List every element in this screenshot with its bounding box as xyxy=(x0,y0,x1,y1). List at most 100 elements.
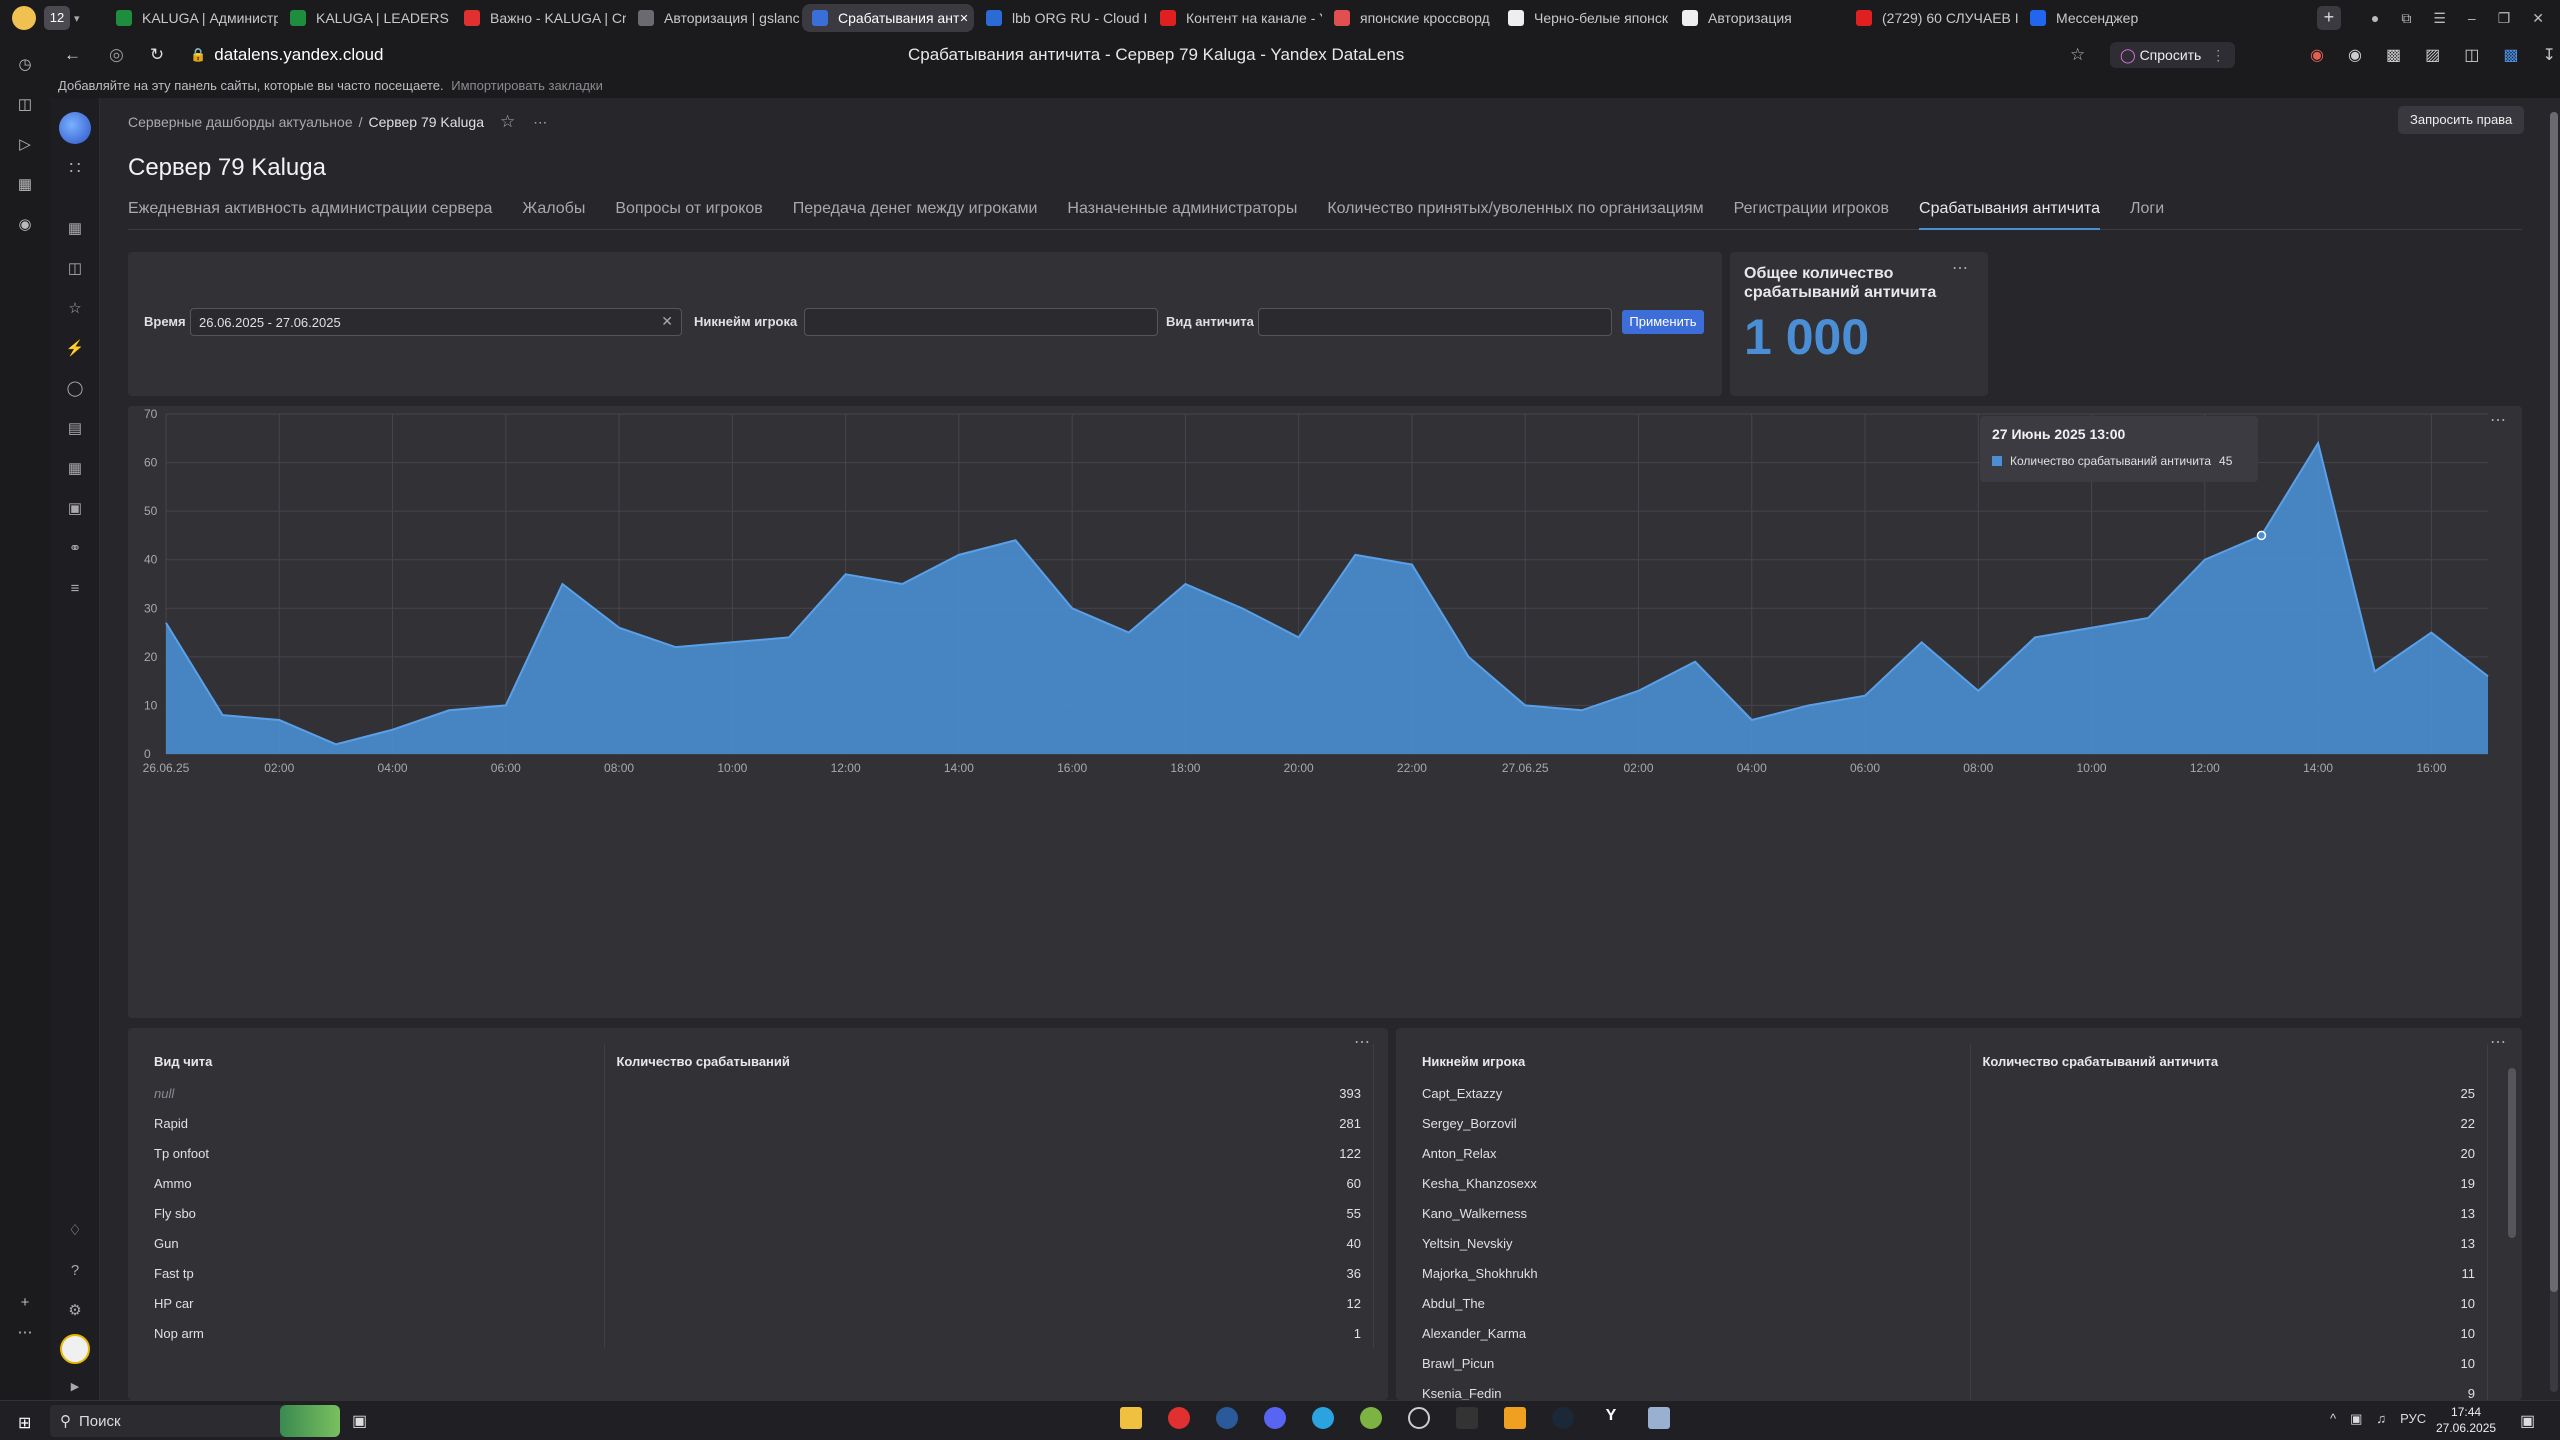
dashboard-tab[interactable]: Вопросы от игроков xyxy=(615,198,762,230)
help-icon[interactable]: ? xyxy=(63,1258,87,1282)
import-bookmarks-link[interactable]: Импортировать закладки xyxy=(451,78,603,93)
extension-icon-6[interactable]: ▩ xyxy=(2503,45,2518,65)
extension-icon-3[interactable]: ▩ xyxy=(2386,45,2401,65)
tables-icon[interactable]: ▦ xyxy=(63,456,87,480)
anticheat-type-input[interactable] xyxy=(1258,308,1612,336)
browser-tab[interactable]: Контент на канале - Y xyxy=(1150,4,1322,32)
ask-ai-button[interactable]: ◯ Спросить ⋮ xyxy=(2110,42,2236,68)
apply-button[interactable]: Применить xyxy=(1622,310,1704,334)
steam-icon-2[interactable] xyxy=(1552,1407,1574,1429)
volume-icon[interactable]: ♫ xyxy=(2376,1411,2386,1427)
app-icon-9[interactable] xyxy=(1504,1407,1526,1429)
collections-panel-icon[interactable]: ◫ xyxy=(13,92,37,116)
more-actions-icon[interactable]: ⋯ xyxy=(533,114,547,131)
notification-center-icon[interactable]: ▣ xyxy=(2520,1411,2535,1431)
datalens-logo[interactable] xyxy=(59,112,91,144)
page-scrollbar[interactable] xyxy=(2550,112,2558,1392)
notifications-icon[interactable]: ♢ xyxy=(63,1218,87,1242)
language-indicator[interactable]: РУС xyxy=(2400,1411,2426,1427)
request-rights-button[interactable]: Запросить права xyxy=(2398,106,2525,134)
nickname-filter-input[interactable] xyxy=(804,308,1158,336)
tabs-dropdown-icon[interactable]: ▾ xyxy=(74,12,94,25)
browser-tab[interactable]: KALUGA | LEADERS xyxy=(280,4,452,32)
task-view-icon[interactable]: ▣ xyxy=(352,1411,367,1431)
close-window-icon[interactable]: ✕ xyxy=(2532,10,2544,27)
screenshot-icon[interactable]: ◉ xyxy=(13,212,37,236)
dashboard-tab[interactable]: Ежедневная активность администрации серв… xyxy=(128,198,492,230)
restore-icon[interactable]: ❐ xyxy=(2498,10,2511,27)
network-icon[interactable]: ▣ xyxy=(2350,1411,2362,1427)
col-header-count[interactable]: Количество срабатываний xyxy=(604,1044,1374,1078)
connections-icon[interactable]: ⚡ xyxy=(63,336,87,360)
start-icon[interactable]: ⊞ xyxy=(18,1413,31,1433)
browser-tab[interactable]: Важно - KALUGA | Cr xyxy=(454,4,626,32)
close-tab-icon[interactable]: ✕ xyxy=(959,12,968,25)
taskbar-search[interactable]: ⚲ Поиск xyxy=(50,1405,340,1437)
dashboard-tab[interactable]: Жалобы xyxy=(522,198,585,230)
apps-grid-icon[interactable]: ∷ xyxy=(63,156,87,180)
settings-sliders-icon[interactable]: ≡ xyxy=(63,576,87,600)
user-avatar[interactable] xyxy=(60,1334,90,1364)
reports-icon[interactable]: ▣ xyxy=(63,496,87,520)
browser-tab[interactable]: Авторизация | gslanc xyxy=(628,4,800,32)
epic-games-icon[interactable] xyxy=(1456,1407,1478,1429)
profile-icon[interactable]: ● xyxy=(2371,10,2379,26)
protect-icon[interactable]: ◎ xyxy=(109,45,124,65)
col-header-anticheat-count[interactable]: Количество срабатываний античита xyxy=(1970,1044,2488,1078)
browser-tab[interactable]: (2729) 60 СЛУЧАЕВ I xyxy=(1846,4,2018,32)
clock[interactable]: 17:44 27.06.2025 xyxy=(2436,1404,2496,1436)
kpi-menu-icon[interactable]: ⋯ xyxy=(1952,258,1968,278)
dashboard-tab[interactable]: Количество принятых/уволенных по организ… xyxy=(1327,198,1703,230)
yandex-icon[interactable]: Y xyxy=(1600,1407,1622,1429)
back-icon[interactable]: ← xyxy=(64,45,81,65)
browser-tab[interactable]: Мессенджер xyxy=(2020,4,2192,32)
anticheat-area-chart[interactable]: 0 10 20 30 40 50 60 70 26.06.25 02:00 04:00 06:00 08… xyxy=(128,406,2522,1018)
tray-chevron-icon[interactable]: ^ xyxy=(2330,1411,2336,1427)
links-icon[interactable]: ⚭ xyxy=(63,536,87,560)
dashboard-tab[interactable]: Назначенные администраторы xyxy=(1067,198,1297,230)
browser-tab[interactable]: японские кроссворд xyxy=(1324,4,1496,32)
app-icon-7[interactable] xyxy=(1408,1407,1430,1429)
breadcrumb-current[interactable]: Сервер 79 Kaluga xyxy=(369,114,484,130)
browser-profile-avatar[interactable] xyxy=(12,6,36,30)
collapse-sidebar-icon[interactable]: ▶ xyxy=(63,1374,87,1398)
extension-icon-4[interactable]: ▨ xyxy=(2425,45,2440,65)
more-icon[interactable]: ⋯ xyxy=(13,1320,37,1344)
chart-menu-icon[interactable]: ⋯ xyxy=(2490,410,2506,430)
minimize-icon[interactable]: – xyxy=(2468,10,2476,26)
telegram-icon[interactable] xyxy=(1312,1407,1334,1429)
dashboards-icon[interactable]: ▦ xyxy=(63,216,87,240)
browser-tab[interactable]: Авторизация xyxy=(1672,4,1844,32)
settings-gear-icon[interactable]: ⚙ xyxy=(63,1298,87,1322)
browser-tab[interactable]: lbb ORG RU - Cloud In xyxy=(976,4,1148,32)
charts-icon[interactable]: ▤ xyxy=(63,416,87,440)
tab-counter[interactable]: 12 xyxy=(44,6,70,30)
history-icon[interactable]: ◷ xyxy=(13,52,37,76)
area-series[interactable] xyxy=(166,443,2488,754)
clear-icon[interactable]: ✕ xyxy=(661,313,673,330)
dashboard-tab[interactable]: Передача денег между игроками xyxy=(793,198,1038,230)
col-header-cheat-type[interactable]: Вид чита xyxy=(142,1044,605,1078)
utorrent-icon[interactable] xyxy=(1360,1407,1382,1429)
new-tab-button[interactable]: + xyxy=(2316,6,2341,30)
add-panel-icon[interactable]: + xyxy=(13,1290,37,1314)
url-text[interactable]: datalens.yandex.cloud xyxy=(214,45,383,65)
bookmark-star-icon[interactable]: ☆ xyxy=(2070,45,2085,65)
dashboard-tab[interactable]: Регистрации игроков xyxy=(1734,198,1889,230)
collections-icon[interactable]: ◫ xyxy=(63,256,87,280)
reload-icon[interactable]: ↻ xyxy=(150,45,164,65)
extension-icon-2[interactable]: ◉ xyxy=(2348,45,2362,65)
col-header-nickname[interactable]: Никнейм игрока xyxy=(1410,1044,1971,1078)
notepad-icon[interactable] xyxy=(1648,1407,1670,1429)
steam-icon[interactable] xyxy=(1216,1407,1238,1429)
extension-icon-1[interactable]: ◉ xyxy=(2310,45,2324,65)
play-icon[interactable]: ▷ xyxy=(13,132,37,156)
browser-tab[interactable]: KALUGA | Администр xyxy=(106,4,278,32)
dashboard-tab[interactable]: Срабатывания античита xyxy=(1919,198,2100,230)
favorite-star-icon[interactable]: ☆ xyxy=(500,112,515,132)
calendar-icon[interactable]: ▦ xyxy=(13,172,37,196)
table-scrollbar[interactable] xyxy=(2508,1068,2516,1238)
favorites-icon[interactable]: ☆ xyxy=(63,296,87,320)
menu-icon[interactable]: ☰ xyxy=(2433,10,2446,27)
downloads-icon[interactable]: ↧ xyxy=(2542,45,2555,65)
